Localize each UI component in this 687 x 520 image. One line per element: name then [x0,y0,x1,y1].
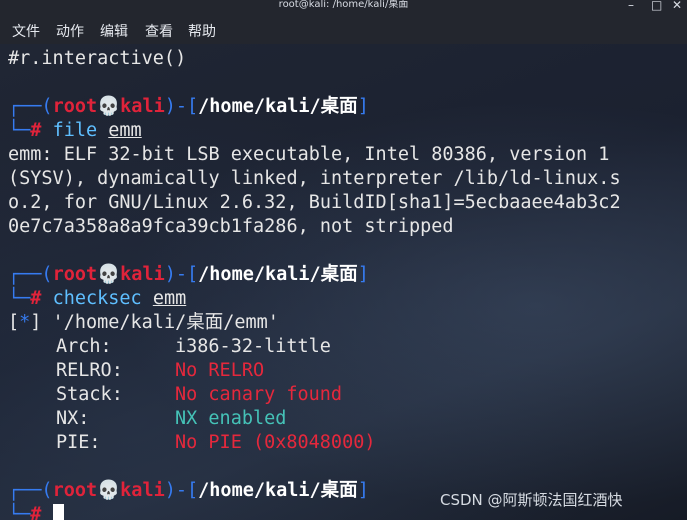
minimize-icon[interactable]: – [628,0,634,12]
output-line: (SYSV), dynamically linked, interpreter … [8,168,621,189]
menu-view[interactable]: 查看 [145,21,173,41]
text-cursor [52,504,64,520]
prompt-user: root [52,96,98,117]
prompt-frame: ] [357,96,369,117]
command-arg: emm [108,120,142,141]
prompt-frame: ┌──( [8,96,53,117]
prompt-line: ┌──(root💀kali)-[/home/kali/桌面] [8,479,369,503]
prompt-line: ┌──(root💀kali)-[/home/kali/桌面] [8,263,369,287]
prev-command-line: #r.interactive() [8,48,187,69]
prompt-hash: # [30,288,42,309]
checksec-key: RELRO: [56,360,123,381]
checksec-key: NX: [56,408,90,429]
checksec-key: Arch: [56,336,112,357]
checksec-key: Stack: [56,384,123,405]
checksec-value: No canary found [175,384,343,405]
prompt-frame: ] [357,264,369,285]
prompt-user: root [52,264,98,285]
checksec-value: No PIE (0x8048000) [175,432,376,453]
close-icon[interactable]: ✕ [672,0,682,12]
watermark: CSDN @阿斯顿法国红酒快 [440,491,623,509]
prompt-user: root [52,480,98,501]
prompt-path: /home/kali/桌面 [198,96,358,117]
prompt-frame: ] [357,480,369,501]
prompt-hash: # [30,504,42,520]
command-line[interactable]: └─# [8,503,64,520]
output-line: 0e7c7a358a8a9fca39cb1fa286, not stripped [8,216,454,237]
prompt-host: kali [120,264,165,285]
menu-action[interactable]: 动作 [56,21,84,41]
prompt-hash: # [30,120,42,141]
prompt-host: kali [120,480,165,501]
prompt-frame: ┌──( [8,264,53,285]
prompt-frame: └─ [8,504,31,520]
prompt-frame: ┌──( [8,480,53,501]
prompt-frame: )-[ [164,264,199,285]
menu-help[interactable]: 帮助 [188,21,216,41]
title-bar: root@kali: /home/kali/桌面 – □ ✕ [0,0,687,14]
menu-file[interactable]: 文件 [12,21,40,41]
prompt-host: kali [120,96,165,117]
prompt-line: ┌──(root💀kali)-[/home/kali/桌面] [8,95,369,119]
prompt-path: /home/kali/桌面 [198,264,358,285]
prompt-frame: )-[ [164,96,199,117]
output-line: o.2, for GNU/Linux 2.6.32, BuildID[sha1]… [8,192,621,213]
window-title: root@kali: /home/kali/桌面 [278,0,409,10]
checksec-value: No RELRO [175,360,265,381]
checksec-header: [*] '/home/kali/桌面/emm' [8,311,279,335]
maximize-icon[interactable]: □ [651,0,662,12]
command-arg: emm [152,288,187,309]
prompt-path: /home/kali/桌面 [198,480,358,501]
prompt-frame: └─ [8,120,31,141]
command-line: └─# file emm [8,119,142,143]
command-line: └─# checksec emm [8,287,186,311]
bracket: [ [8,312,20,333]
checksec-key: PIE: [56,432,101,453]
command-bin: checksec [52,288,142,309]
checksec-value: NX enabled [175,408,287,429]
skull-icon: 💀 [97,264,121,285]
menu-bar: 文件 动作 编辑 查看 帮助 [0,14,687,44]
checksec-value: i386-32-little [175,336,331,357]
checksec-path: '/home/kali/桌面/emm' [41,312,279,333]
prompt-frame: )-[ [164,480,199,501]
output-line: emm: ELF 32-bit LSB executable, Intel 80… [8,144,610,165]
prompt-frame: └─ [8,288,31,309]
terminal-area[interactable]: #r.interactive() ┌──(root💀kali)-[/home/k… [0,44,687,520]
skull-icon: 💀 [97,96,121,117]
menu-edit[interactable]: 编辑 [100,21,128,41]
skull-icon: 💀 [97,480,121,501]
bracket: ] [30,312,42,333]
star-icon: * [19,312,31,333]
command-bin: file [52,120,98,141]
